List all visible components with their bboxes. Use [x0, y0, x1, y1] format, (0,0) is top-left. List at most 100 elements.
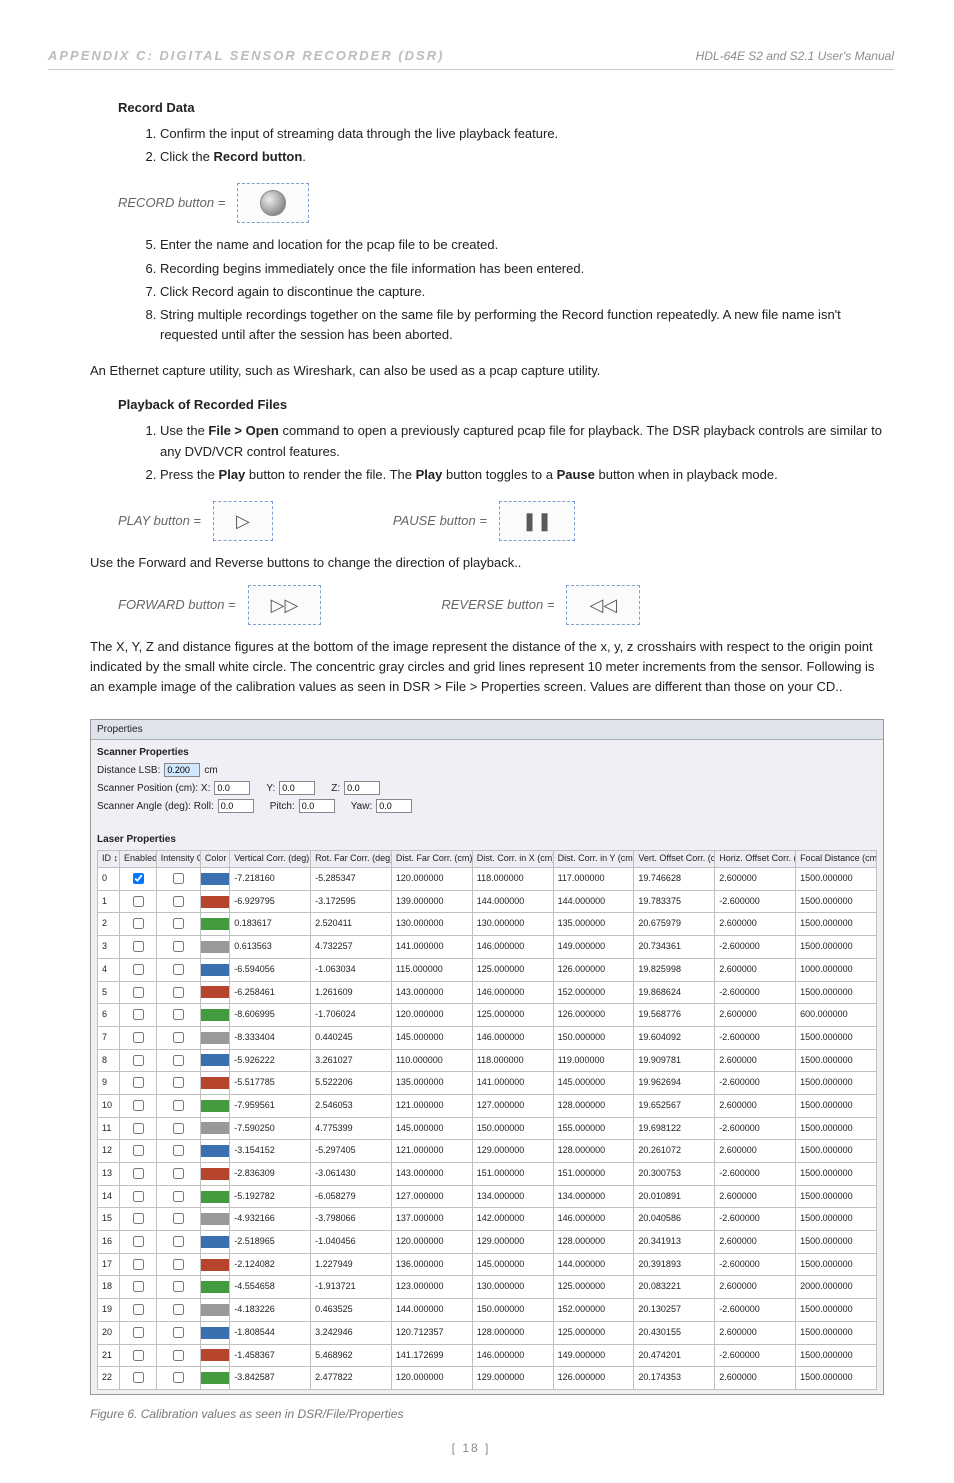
- row-checkbox[interactable]: [173, 918, 184, 929]
- row-checkbox[interactable]: [133, 1327, 144, 1338]
- cell-value: -6.058279: [311, 1185, 392, 1208]
- row-checkbox[interactable]: [133, 1191, 144, 1202]
- row-checkbox[interactable]: [173, 1281, 184, 1292]
- color-swatch[interactable]: [201, 1236, 229, 1248]
- row-checkbox[interactable]: [173, 1259, 184, 1270]
- row-checkbox[interactable]: [133, 987, 144, 998]
- color-swatch[interactable]: [201, 1304, 229, 1316]
- reverse-button-frame[interactable]: ◁◁: [566, 585, 640, 625]
- row-checkbox[interactable]: [173, 1009, 184, 1020]
- row-checkbox[interactable]: [173, 1123, 184, 1134]
- row-checkbox[interactable]: [173, 987, 184, 998]
- cell-value: 143.000000: [391, 981, 472, 1004]
- color-swatch[interactable]: [201, 1122, 229, 1134]
- column-header[interactable]: Vert. Offset Corr. (cm) ↕: [634, 851, 715, 868]
- row-checkbox[interactable]: [133, 1145, 144, 1156]
- yaw-input[interactable]: [376, 799, 412, 813]
- record-button-frame[interactable]: [237, 183, 309, 223]
- row-checkbox[interactable]: [133, 1304, 144, 1315]
- column-header[interactable]: Vertical Corr. (deg) ↕: [230, 851, 311, 868]
- color-swatch[interactable]: [201, 1054, 229, 1066]
- row-checkbox[interactable]: [133, 873, 144, 884]
- pause-button-frame[interactable]: ❚❚: [499, 501, 575, 541]
- column-header[interactable]: Enabled: [120, 851, 157, 868]
- row-checkbox[interactable]: [133, 964, 144, 975]
- row-checkbox[interactable]: [173, 1327, 184, 1338]
- color-swatch[interactable]: [201, 896, 229, 908]
- row-checkbox[interactable]: [173, 1055, 184, 1066]
- row-checkbox[interactable]: [173, 1145, 184, 1156]
- color-swatch[interactable]: [201, 1349, 229, 1361]
- row-checkbox[interactable]: [173, 873, 184, 884]
- row-checkbox[interactable]: [133, 1372, 144, 1383]
- row-checkbox[interactable]: [173, 1100, 184, 1111]
- color-swatch[interactable]: [201, 941, 229, 953]
- row-checkbox[interactable]: [173, 1213, 184, 1224]
- color-swatch[interactable]: [201, 1191, 229, 1203]
- pitch-input[interactable]: [299, 799, 335, 813]
- color-swatch[interactable]: [201, 1213, 229, 1225]
- color-swatch[interactable]: [201, 1372, 229, 1384]
- color-swatch[interactable]: [201, 1327, 229, 1339]
- row-checkbox[interactable]: [173, 1236, 184, 1247]
- row-checkbox[interactable]: [133, 1259, 144, 1270]
- distance-lsb-input[interactable]: [164, 763, 200, 777]
- cell-value: -7.959561: [230, 1094, 311, 1117]
- row-checkbox[interactable]: [133, 1350, 144, 1361]
- column-header[interactable]: ID ↕: [98, 851, 120, 868]
- row-checkbox[interactable]: [133, 1009, 144, 1020]
- pos-z-input[interactable]: [344, 781, 380, 795]
- column-header[interactable]: Horiz. Offset Corr. (cm) ↕: [715, 851, 796, 868]
- row-checkbox[interactable]: [133, 1236, 144, 1247]
- roll-input[interactable]: [218, 799, 254, 813]
- cell-value: -2.600000: [715, 1208, 796, 1231]
- row-checkbox[interactable]: [133, 896, 144, 907]
- column-header[interactable]: Intensity On: [156, 851, 200, 868]
- column-header[interactable]: Dist. Far Corr. (cm) ↕: [391, 851, 472, 868]
- record-heading: Record Data: [118, 98, 884, 118]
- row-checkbox[interactable]: [173, 1372, 184, 1383]
- row-checkbox[interactable]: [173, 964, 184, 975]
- row-checkbox[interactable]: [173, 1191, 184, 1202]
- row-checkbox[interactable]: [173, 1304, 184, 1315]
- row-checkbox[interactable]: [133, 1123, 144, 1134]
- row-checkbox[interactable]: [173, 941, 184, 952]
- row-checkbox[interactable]: [173, 1077, 184, 1088]
- color-swatch[interactable]: [201, 1100, 229, 1112]
- column-header[interactable]: Dist. Corr. in X (cm) ↕: [472, 851, 553, 868]
- color-swatch[interactable]: [201, 1077, 229, 1089]
- row-checkbox[interactable]: [133, 1213, 144, 1224]
- column-header[interactable]: Rot. Far Corr. (deg) ↕: [311, 851, 392, 868]
- color-swatch[interactable]: [201, 986, 229, 998]
- row-checkbox[interactable]: [133, 1281, 144, 1292]
- play-button-frame[interactable]: ▷: [213, 501, 273, 541]
- column-header[interactable]: Dist. Corr. in Y (cm) ↕: [553, 851, 634, 868]
- color-swatch[interactable]: [201, 1281, 229, 1293]
- row-checkbox[interactable]: [133, 1168, 144, 1179]
- forward-button-frame[interactable]: ▷▷: [248, 585, 322, 625]
- color-swatch[interactable]: [201, 873, 229, 885]
- row-checkbox[interactable]: [133, 941, 144, 952]
- color-swatch[interactable]: [201, 964, 229, 976]
- row-checkbox[interactable]: [173, 1168, 184, 1179]
- color-swatch[interactable]: [201, 1032, 229, 1044]
- row-checkbox[interactable]: [173, 1350, 184, 1361]
- row-checkbox[interactable]: [133, 1055, 144, 1066]
- row-checkbox[interactable]: [133, 1032, 144, 1043]
- cell-value: 130.000000: [472, 1276, 553, 1299]
- cell-value: 20.341913: [634, 1231, 715, 1254]
- column-header[interactable]: Color: [200, 851, 229, 868]
- pos-y-input[interactable]: [279, 781, 315, 795]
- color-swatch[interactable]: [201, 1259, 229, 1271]
- row-checkbox[interactable]: [133, 1100, 144, 1111]
- color-swatch[interactable]: [201, 918, 229, 930]
- color-swatch[interactable]: [201, 1168, 229, 1180]
- color-swatch[interactable]: [201, 1145, 229, 1157]
- row-checkbox[interactable]: [133, 918, 144, 929]
- row-checkbox[interactable]: [173, 896, 184, 907]
- row-checkbox[interactable]: [133, 1077, 144, 1088]
- row-checkbox[interactable]: [173, 1032, 184, 1043]
- column-header[interactable]: Focal Distance (cm) ↕: [796, 851, 877, 868]
- pos-x-input[interactable]: [214, 781, 250, 795]
- color-swatch[interactable]: [201, 1009, 229, 1021]
